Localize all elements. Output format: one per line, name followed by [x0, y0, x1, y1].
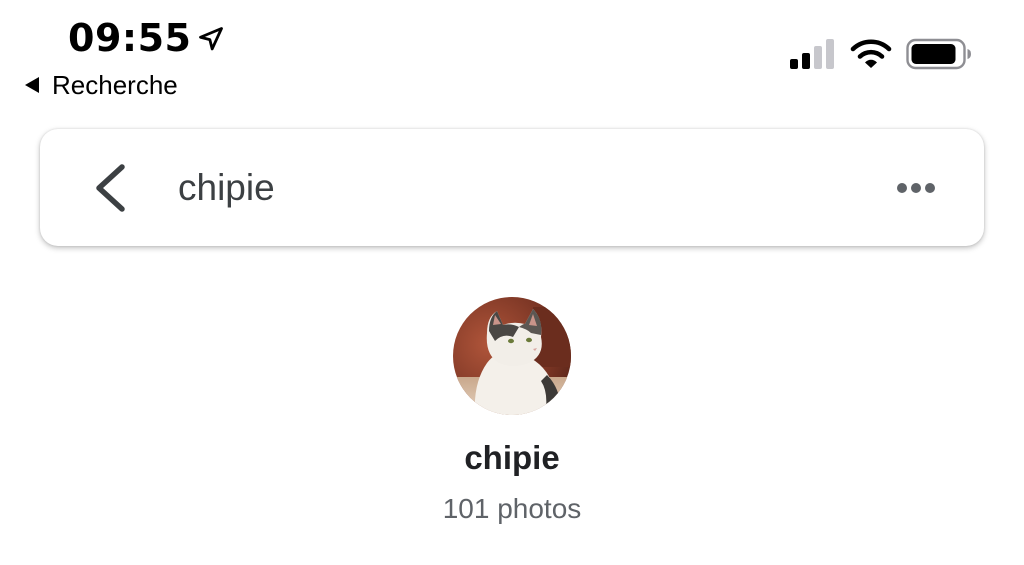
back-triangle-icon — [25, 77, 39, 93]
cellular-signal-icon — [790, 39, 834, 69]
battery-icon — [906, 38, 971, 70]
back-to-app-link[interactable]: Recherche — [24, 68, 178, 102]
back-to-app-label: Recherche — [52, 70, 178, 100]
wifi-icon — [850, 39, 892, 68]
chevron-left-icon[interactable] — [88, 162, 132, 214]
status-time: 09:55 — [68, 16, 192, 60]
photo-count: 101 photos — [442, 493, 582, 524]
status-bar: 09:55 Recherche — [0, 0, 1024, 110]
search-query-text[interactable]: chipie — [178, 166, 275, 210]
more-horizontal-icon[interactable] — [888, 172, 944, 204]
system-icons — [790, 38, 972, 70]
cat-photo — [453, 297, 571, 415]
location-arrow-icon — [199, 27, 224, 51]
avatar[interactable] — [453, 297, 571, 415]
status-time-group: 09:55 — [68, 14, 225, 62]
result-name[interactable]: chipie — [0, 438, 1024, 478]
